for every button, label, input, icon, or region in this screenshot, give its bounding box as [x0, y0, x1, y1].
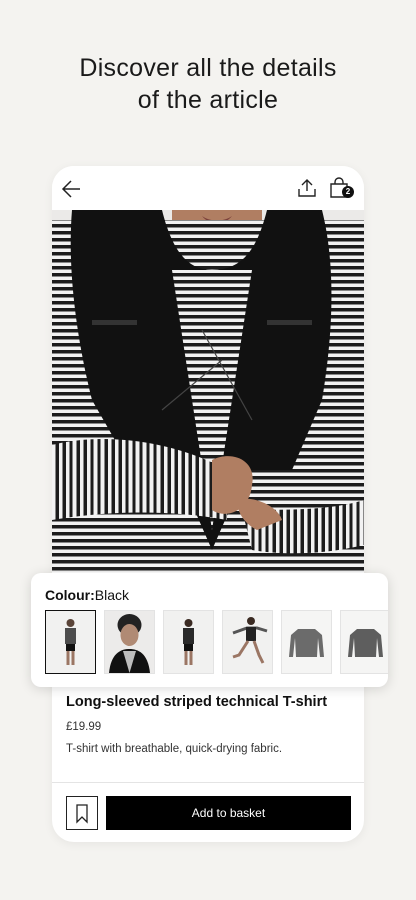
thumbnail-shirt-flat-back[interactable]	[340, 610, 388, 674]
share-icon	[298, 179, 316, 197]
add-to-basket-button[interactable]: Add to basket	[106, 796, 351, 830]
thumbnail-model-back[interactable]	[163, 610, 214, 674]
model-back-thumbnail	[164, 611, 213, 673]
shirt-flat-front-thumbnail	[282, 611, 331, 673]
model-wearing-shirt-image	[52, 210, 364, 572]
shirt-flat-back-thumbnail	[341, 611, 388, 673]
thumbnail-shirt-flat-front[interactable]	[281, 610, 332, 674]
product-price: £19.99	[66, 721, 102, 733]
headline: Discover all the details of the article	[0, 52, 416, 116]
arrow-left-icon	[61, 180, 80, 198]
colour-selector-card: Colour:Black	[31, 573, 388, 687]
thumbnail-model-front[interactable]	[45, 610, 96, 674]
wishlist-button[interactable]	[66, 796, 98, 830]
thumbnail-model-closeup[interactable]	[104, 610, 155, 674]
product-name: Long-sleeved striped technical T-shirt	[66, 694, 328, 710]
product-description: T-shirt with breathable, quick-drying fa…	[66, 743, 283, 755]
model-closeup-thumbnail	[105, 611, 154, 673]
back-button[interactable]	[60, 178, 84, 200]
divider	[52, 782, 364, 783]
share-button[interactable]	[296, 177, 318, 199]
model-front-thumbnail	[46, 611, 95, 673]
headline-line-1: Discover all the details	[79, 54, 337, 82]
headline-line-2: of the article	[137, 86, 279, 114]
colour-thumbnails	[45, 610, 388, 674]
colour-value: Black	[94, 587, 129, 603]
thumbnail-model-running[interactable]	[222, 610, 273, 674]
bookmark-icon	[76, 804, 88, 824]
phone-frame: 2 Long-sleeved striped technical T-shirt…	[52, 166, 364, 842]
model-running-thumbnail	[223, 611, 272, 673]
top-bar: 2	[52, 166, 364, 210]
colour-title: Colour:Black	[45, 587, 129, 603]
colour-label: Colour:	[45, 587, 95, 603]
basket-button[interactable]: 2	[329, 177, 355, 203]
product-photo[interactable]	[52, 210, 364, 572]
basket-count-badge: 2	[342, 186, 354, 198]
